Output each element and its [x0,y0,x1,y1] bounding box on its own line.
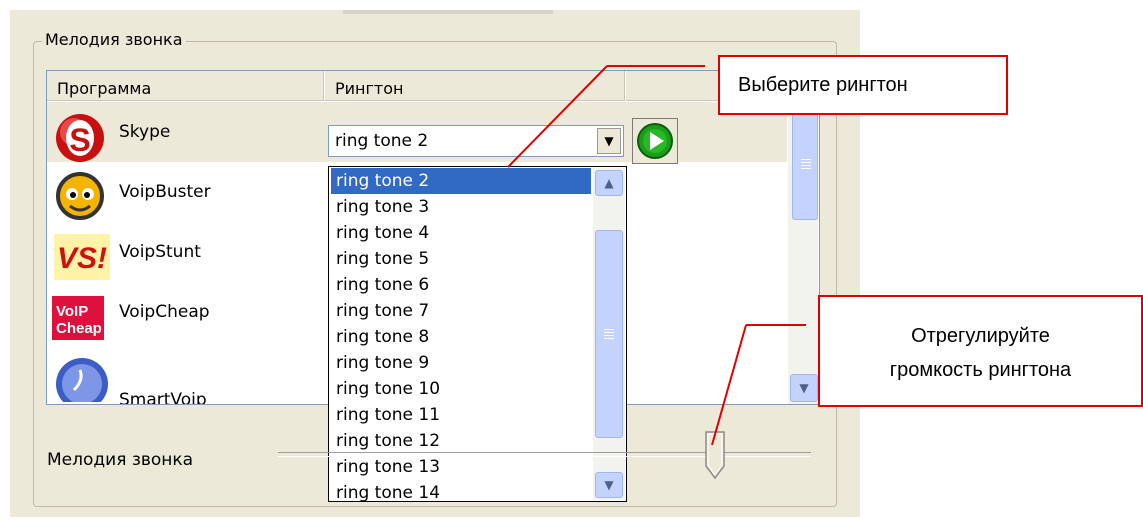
ringtone-combobox-value: ring tone 2 [335,131,429,151]
callout-choose-ringtone: Выберите рингтон [718,55,1008,115]
panel-top-edge [343,10,553,14]
app-name-voipstunt: VoipStunt [119,242,201,262]
list-scroll-down-button[interactable]: ▼ [790,374,818,402]
skype-icon: S [56,114,104,162]
dropdown-option[interactable]: ring tone 10 [331,376,591,402]
dropdown-scrollbar-thumb[interactable] [595,230,623,438]
callout-adjust-volume: Отрегулируйте громкость рингтона [818,295,1143,407]
list-scrollbar[interactable]: ▼ [788,102,818,404]
dropdown-scroll-up-button[interactable]: ▲ [595,170,623,196]
dropdown-option[interactable]: ring tone 13 [331,454,591,480]
smartvoip-icon [56,358,108,402]
dropdown-scroll-down-button[interactable]: ▼ [595,472,623,498]
dropdown-option[interactable]: ring tone 3 [331,194,591,220]
callout-volume-line2: громкость рингтона [889,359,1072,381]
play-icon [637,123,673,159]
volume-label: Мелодия звонка [47,450,194,470]
dropdown-option[interactable]: ring tone 14 [331,480,591,501]
callout-choose-text: Выберите рингтон [738,74,908,96]
dropdown-option[interactable]: ring tone 6 [331,272,591,298]
dropdown-scrollbar[interactable]: ▲ ▼ [593,168,625,500]
callout-volume-line1: Отрегулируйте [911,325,1050,347]
app-name-voipcheap: VoipCheap [119,302,210,322]
svg-text:VS!: VS! [57,242,107,275]
volume-slider-thumb[interactable] [704,430,728,480]
dropdown-option[interactable]: ring tone 7 [331,298,591,324]
volume-slider-track[interactable] [278,452,811,457]
voipbuster-icon [56,172,104,220]
dropdown-option[interactable]: ring tone 2 [331,168,591,194]
svg-text:Cheap: Cheap [56,320,102,337]
column-header-program[interactable]: Программа [47,71,324,101]
svg-text:S: S [69,122,90,158]
app-name-skype: Skype [119,122,171,142]
voipstunt-icon: VS! [54,234,110,280]
chevron-down-icon[interactable]: ▼ [597,128,621,154]
voipcheap-icon: VoIP Cheap [52,296,104,340]
dropdown-option[interactable]: ring tone 9 [331,350,591,376]
play-button[interactable] [632,118,678,164]
dropdown-option[interactable]: ring tone 5 [331,246,591,272]
app-name-voipbuster: VoipBuster [119,182,211,202]
column-header-ringtone[interactable]: Рингтон [325,71,625,101]
app-name-smartvoip: SmartVoip [119,390,207,405]
svg-text:VoIP: VoIP [56,303,88,320]
dropdown-option[interactable]: ring tone 8 [331,324,591,350]
list-scrollbar-thumb[interactable] [792,110,818,220]
group-title: Мелодия звонка [42,30,186,49]
dropdown-option[interactable]: ring tone 12 [331,428,591,454]
dropdown-option[interactable]: ring tone 11 [331,402,591,428]
ringtone-combobox[interactable]: ring tone 2 ▼ [328,125,624,157]
dropdown-option[interactable]: ring tone 4 [331,220,591,246]
